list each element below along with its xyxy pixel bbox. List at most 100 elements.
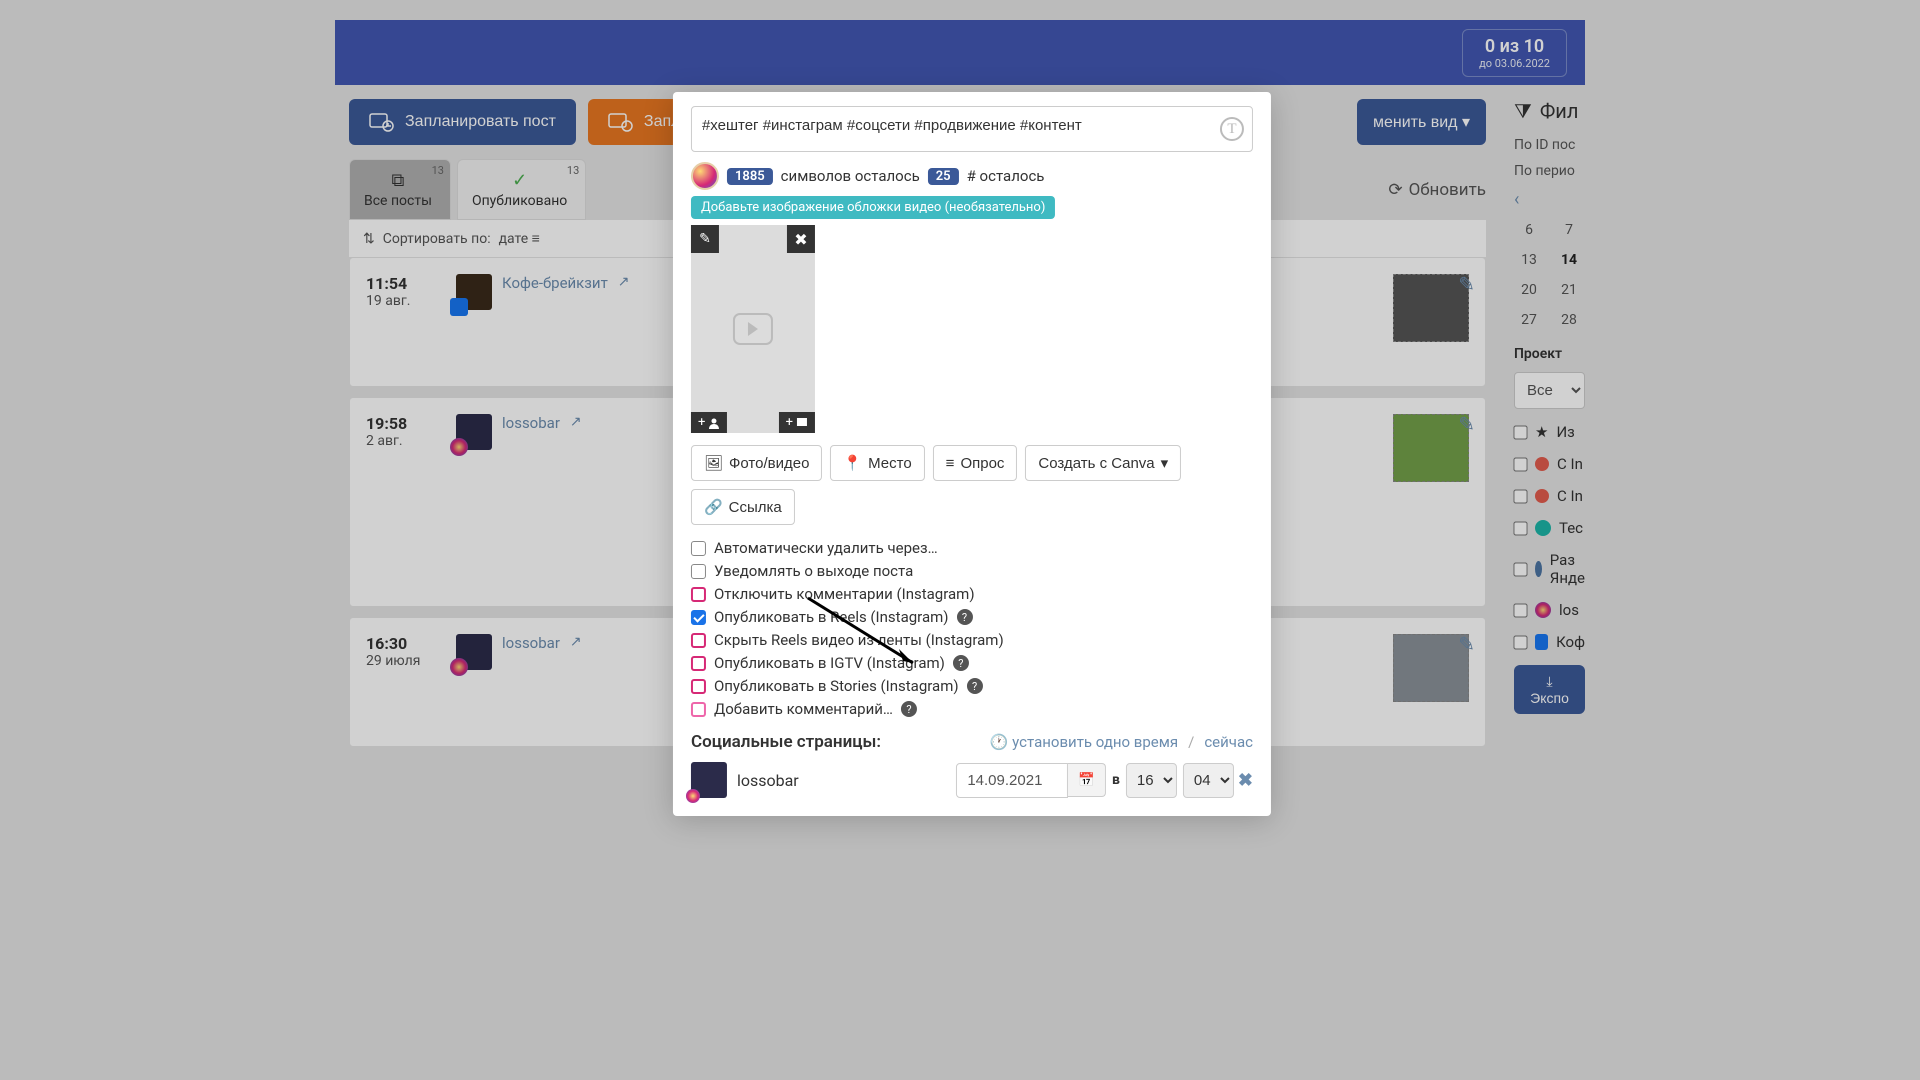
top-bar: 0 из 10 до 03.06.2022 <box>335 20 1585 85</box>
set-one-time-link[interactable]: установить одно время <box>1012 733 1178 751</box>
opt-auto-delete[interactable]: Автоматически удалить через… <box>691 539 1253 557</box>
instagram-badge-icon <box>450 658 468 676</box>
filter-icon: ⧩ <box>1514 99 1532 123</box>
filter-favorites[interactable]: ★Из <box>1514 423 1585 441</box>
opt-disable-comments[interactable]: Отключить комментарии (Instagram) <box>691 585 1253 603</box>
avatar <box>691 762 727 798</box>
schedule-date-input[interactable] <box>956 763 1068 798</box>
account-link[interactable]: Кофе-брейкзит <box>502 274 608 292</box>
instagram-badge-icon <box>450 438 468 456</box>
post-editor-modal: T 1885 символов осталось 25 # осталось Д… <box>673 92 1271 816</box>
calendar-button[interactable]: 📅 <box>1068 763 1106 797</box>
help-icon[interactable]: ? <box>901 701 917 717</box>
opt-notify[interactable]: Уведомлять о выходе поста <box>691 562 1253 580</box>
pin-icon: 📍 <box>843 454 862 472</box>
refresh-icon: ⟳ <box>1388 180 1402 200</box>
image-icon: 🖼 <box>704 454 723 472</box>
filter-heading: ⧩ Фил <box>1514 99 1585 123</box>
canva-button[interactable]: Создать с Canva ▾ <box>1025 445 1181 481</box>
tag-people-button[interactable]: + <box>691 412 727 433</box>
calendar-icon: 📅 <box>1078 772 1095 787</box>
filter-item[interactable]: Раз Янде <box>1514 551 1585 587</box>
edit-post-button[interactable]: ✎ <box>1458 412 1475 436</box>
opt-add-comment[interactable]: Добавить комментарий…? <box>691 700 1253 718</box>
tab-published[interactable]: 13 ✓ Опубликовано <box>457 159 586 220</box>
social-account-name: lossobar <box>737 771 799 790</box>
help-icon[interactable]: ? <box>953 655 969 671</box>
tag-product-button[interactable]: + <box>779 412 815 433</box>
attach-place-button[interactable]: 📍Место <box>830 445 924 481</box>
tab-all-posts[interactable]: 13 ⧉ Все посты <box>349 159 451 220</box>
export-button[interactable]: ⤓ Экспо <box>1514 665 1585 714</box>
filter-item[interactable]: los <box>1514 601 1585 619</box>
external-link-icon: ↗ <box>618 274 630 290</box>
instagram-badge-icon <box>686 789 700 803</box>
attach-photo-button[interactable]: 🖼Фото/видео <box>691 445 822 481</box>
schedule-icon <box>369 111 395 133</box>
avatar <box>456 414 492 450</box>
filter-item[interactable]: Tec <box>1514 519 1585 537</box>
external-link-icon: ↗ <box>570 634 582 650</box>
chars-remaining: 1885 <box>727 168 773 185</box>
filter-item[interactable]: C In <box>1514 455 1585 473</box>
counter-main: 0 из 10 <box>1479 36 1550 57</box>
attach-poll-button[interactable]: ≡Опрос <box>933 445 1018 481</box>
clock-icon: 🕐 <box>989 733 1008 751</box>
change-view-button[interactable]: менить вид ▾ <box>1357 99 1486 145</box>
calendar[interactable]: 67 1314 2021 2728 <box>1514 218 1585 332</box>
account-link[interactable]: lossobar <box>502 414 560 432</box>
refresh-button[interactable]: ⟳ Обновить <box>1388 180 1486 200</box>
edit-post-button[interactable]: ✎ <box>1458 632 1475 656</box>
opt-publish-igtv[interactable]: Опубликовать в IGTV (Instagram)? <box>691 654 1253 672</box>
hashtags-remaining: 25 <box>928 168 959 185</box>
avatar <box>456 634 492 670</box>
avatar <box>456 274 492 310</box>
remove-account-button[interactable]: ✖ <box>1238 770 1253 791</box>
help-icon[interactable]: ? <box>967 678 983 694</box>
poll-icon: ≡ <box>946 455 955 472</box>
vk-icon <box>1535 561 1542 577</box>
post-text-input[interactable] <box>702 117 1212 134</box>
status-dot-icon <box>1535 457 1549 471</box>
play-icon <box>733 313 773 345</box>
media-preview: ✎ ✖ + + <box>691 225 815 433</box>
opt-publish-reels[interactable]: Опубликовать в Reels (Instagram)? <box>691 608 1253 626</box>
facebook-icon <box>1535 634 1548 650</box>
schedule-post-button[interactable]: Запланировать пост <box>349 99 576 145</box>
star-icon: ★ <box>1535 423 1548 441</box>
counter-sub: до 03.06.2022 <box>1479 57 1550 70</box>
check-icon: ✓ <box>512 170 527 191</box>
text-format-icon[interactable]: T <box>1220 117 1244 141</box>
edit-post-button[interactable]: ✎ <box>1458 272 1475 296</box>
status-dot-icon <box>1535 489 1549 503</box>
cover-hint[interactable]: Добавьте изображение обложки видео (необ… <box>691 196 1055 219</box>
network-icon <box>1535 520 1551 536</box>
schedule-icon <box>608 111 634 133</box>
calendar-prev[interactable]: ‹ <box>1514 189 1585 210</box>
facebook-badge-icon <box>450 298 468 316</box>
hour-select[interactable]: 16 <box>1126 763 1177 798</box>
opt-publish-stories[interactable]: Опубликовать в Stories (Instagram)? <box>691 677 1253 695</box>
copy-icon: ⧉ <box>392 170 405 191</box>
minute-select[interactable]: 04 <box>1183 763 1234 798</box>
project-select[interactable]: Все <box>1514 372 1585 409</box>
filter-item[interactable]: Коф <box>1514 633 1585 651</box>
remove-media-button[interactable]: ✖ <box>787 225 815 253</box>
account-link[interactable]: lossobar <box>502 634 560 652</box>
sort-handle-icon: ⇅ <box>363 231 375 247</box>
link-icon: 🔗 <box>704 498 723 516</box>
external-link-icon: ↗ <box>570 414 582 430</box>
edit-media-button[interactable]: ✎ <box>691 225 719 253</box>
help-icon[interactable]: ? <box>956 609 972 625</box>
instagram-icon <box>691 162 719 190</box>
instagram-icon <box>1535 602 1551 618</box>
opt-hide-reels-feed[interactable]: Скрыть Reels видео из ленты (Instagram) <box>691 631 1253 649</box>
social-pages-heading: Социальные страницы: <box>691 732 881 752</box>
attach-link-button[interactable]: 🔗Ссылка <box>691 489 795 525</box>
now-link[interactable]: сейчас <box>1204 733 1253 751</box>
sort-by-date[interactable]: дате ≡ <box>499 230 540 247</box>
publish-options: Автоматически удалить через… Уведомлять … <box>691 539 1253 718</box>
sort-desc-icon: ≡ <box>532 231 540 247</box>
usage-counter: 0 из 10 до 03.06.2022 <box>1462 29 1567 77</box>
filter-item[interactable]: C In <box>1514 487 1585 505</box>
